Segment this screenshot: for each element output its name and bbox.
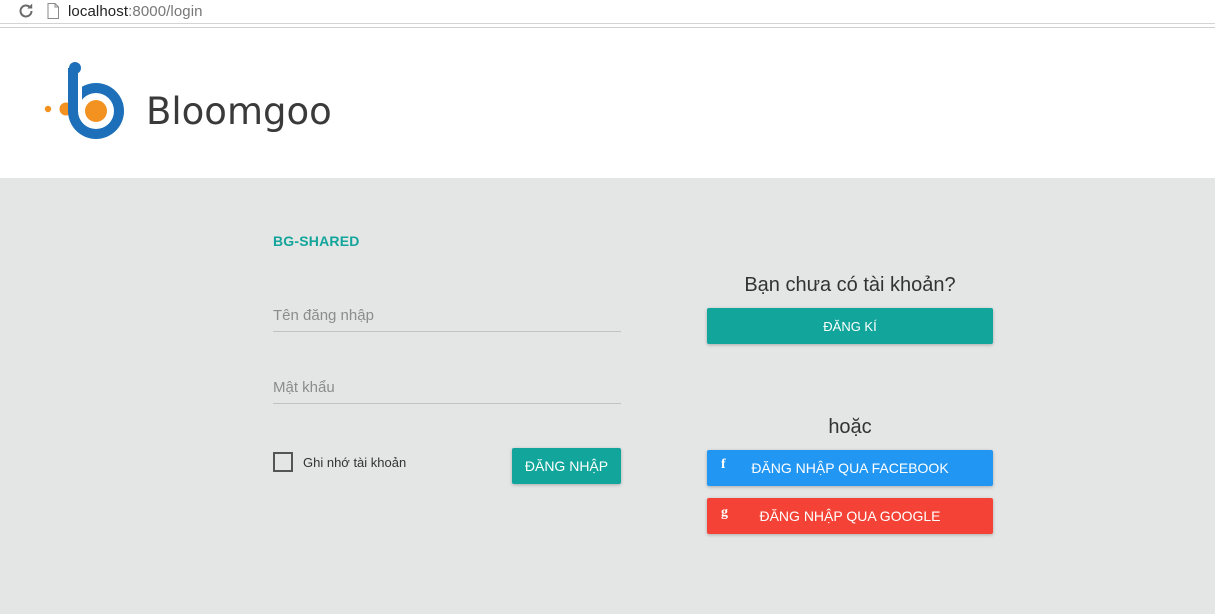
google-login-label: ĐĂNG NHẬP QUA GOOGLE bbox=[759, 508, 941, 524]
remember-checkbox[interactable] bbox=[273, 452, 293, 472]
url-host: localhost bbox=[68, 2, 129, 20]
password-field[interactable] bbox=[273, 364, 621, 404]
or-divider-text: hoặc bbox=[828, 416, 872, 438]
remember-label: Ghi nhớ tài khoản bbox=[303, 454, 407, 470]
page-icon bbox=[47, 3, 59, 19]
brand-title: BG-SHARED bbox=[273, 233, 360, 249]
login-section: BG-SHARED Ghi nhớ tài khoản ĐĂNG NHẬP Bạ… bbox=[0, 178, 1215, 614]
username-field[interactable] bbox=[273, 292, 621, 332]
google-icon: g bbox=[721, 505, 728, 520]
no-account-heading: Bạn chưa có tài khoản? bbox=[744, 274, 956, 296]
password-input[interactable] bbox=[273, 364, 621, 403]
remember-me[interactable]: Ghi nhớ tài khoản bbox=[273, 452, 406, 472]
site-header: Bloomgoo bbox=[0, 28, 1215, 178]
facebook-icon: f bbox=[721, 457, 726, 472]
url-text: localhost:8000/login bbox=[68, 3, 203, 20]
bloomgoo-logo[interactable]: Bloomgoo bbox=[40, 58, 350, 150]
facebook-login-button[interactable]: f ĐĂNG NHẬP QUA FACEBOOK bbox=[707, 450, 993, 486]
url-field[interactable]: localhost:8000/login bbox=[44, 0, 203, 22]
logo-text: Bloomgoo bbox=[146, 90, 332, 133]
login-button[interactable]: ĐĂNG NHẬP bbox=[512, 448, 621, 484]
username-input[interactable] bbox=[273, 292, 621, 331]
facebook-login-label: ĐĂNG NHẬP QUA FACEBOOK bbox=[751, 460, 949, 476]
register-button[interactable]: ĐĂNG KÍ bbox=[707, 308, 993, 344]
url-path: :8000/login bbox=[128, 2, 203, 20]
google-login-button[interactable]: g ĐĂNG NHẬP QUA GOOGLE bbox=[707, 498, 993, 534]
reload-icon[interactable] bbox=[16, 1, 36, 21]
browser-address-bar: › localhost:8000/login bbox=[0, 0, 1215, 24]
